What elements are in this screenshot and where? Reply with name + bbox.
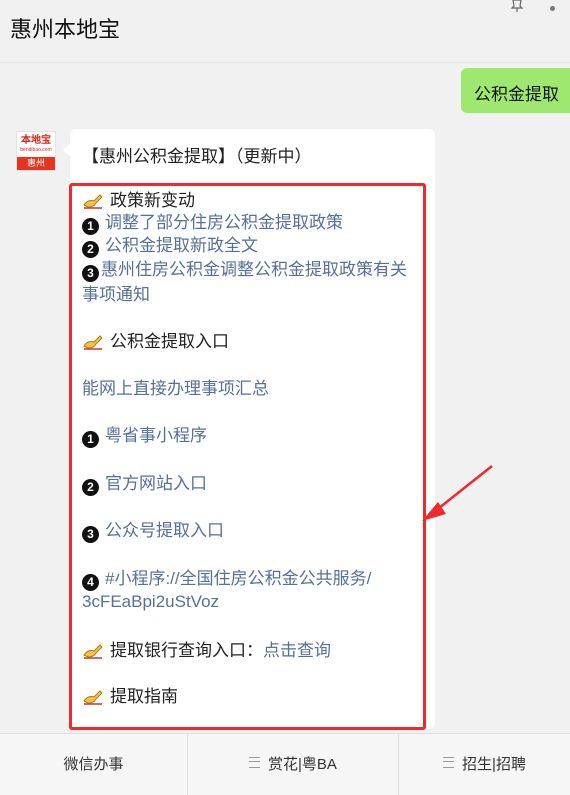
avatar-logo-sub: bendibao.com bbox=[20, 147, 52, 153]
avatar-city: 惠州 bbox=[17, 157, 55, 170]
more-icon[interactable] bbox=[550, 6, 555, 11]
highlight-annotation-box bbox=[69, 183, 426, 730]
chat-header: 惠州本地宝 bbox=[0, 0, 570, 63]
avatar-logo-text: 本地宝 bbox=[21, 135, 51, 146]
menu-tab-label: 赏花|粤BA bbox=[268, 756, 337, 773]
menu-tab-enrollment-jobs[interactable]: 招生|招聘 bbox=[399, 734, 570, 795]
page-title: 惠州本地宝 bbox=[10, 17, 121, 42]
user-message-text: 公积金提取 bbox=[474, 85, 559, 104]
pin-icon[interactable] bbox=[510, 0, 524, 12]
avatar[interactable]: 本地宝 bendibao.com 惠州 bbox=[16, 131, 56, 171]
menu-tab-label: 微信办事 bbox=[63, 756, 124, 773]
reply-title: 【惠州公积金提取】（更新中） bbox=[82, 147, 312, 166]
bottom-menu-bar: 微信办事 赏花|粤BA 招生|招聘 bbox=[0, 733, 570, 795]
menu-tab-wechat-services[interactable]: 微信办事 bbox=[0, 734, 187, 795]
menu-tab-label: 招生|招聘 bbox=[462, 756, 526, 773]
menu-tab-flowers-ba[interactable]: 赏花|粤BA bbox=[188, 734, 398, 795]
submenu-icon bbox=[249, 757, 261, 768]
submenu-icon bbox=[443, 757, 455, 768]
user-message-bubble: 公积金提取 bbox=[461, 68, 570, 113]
